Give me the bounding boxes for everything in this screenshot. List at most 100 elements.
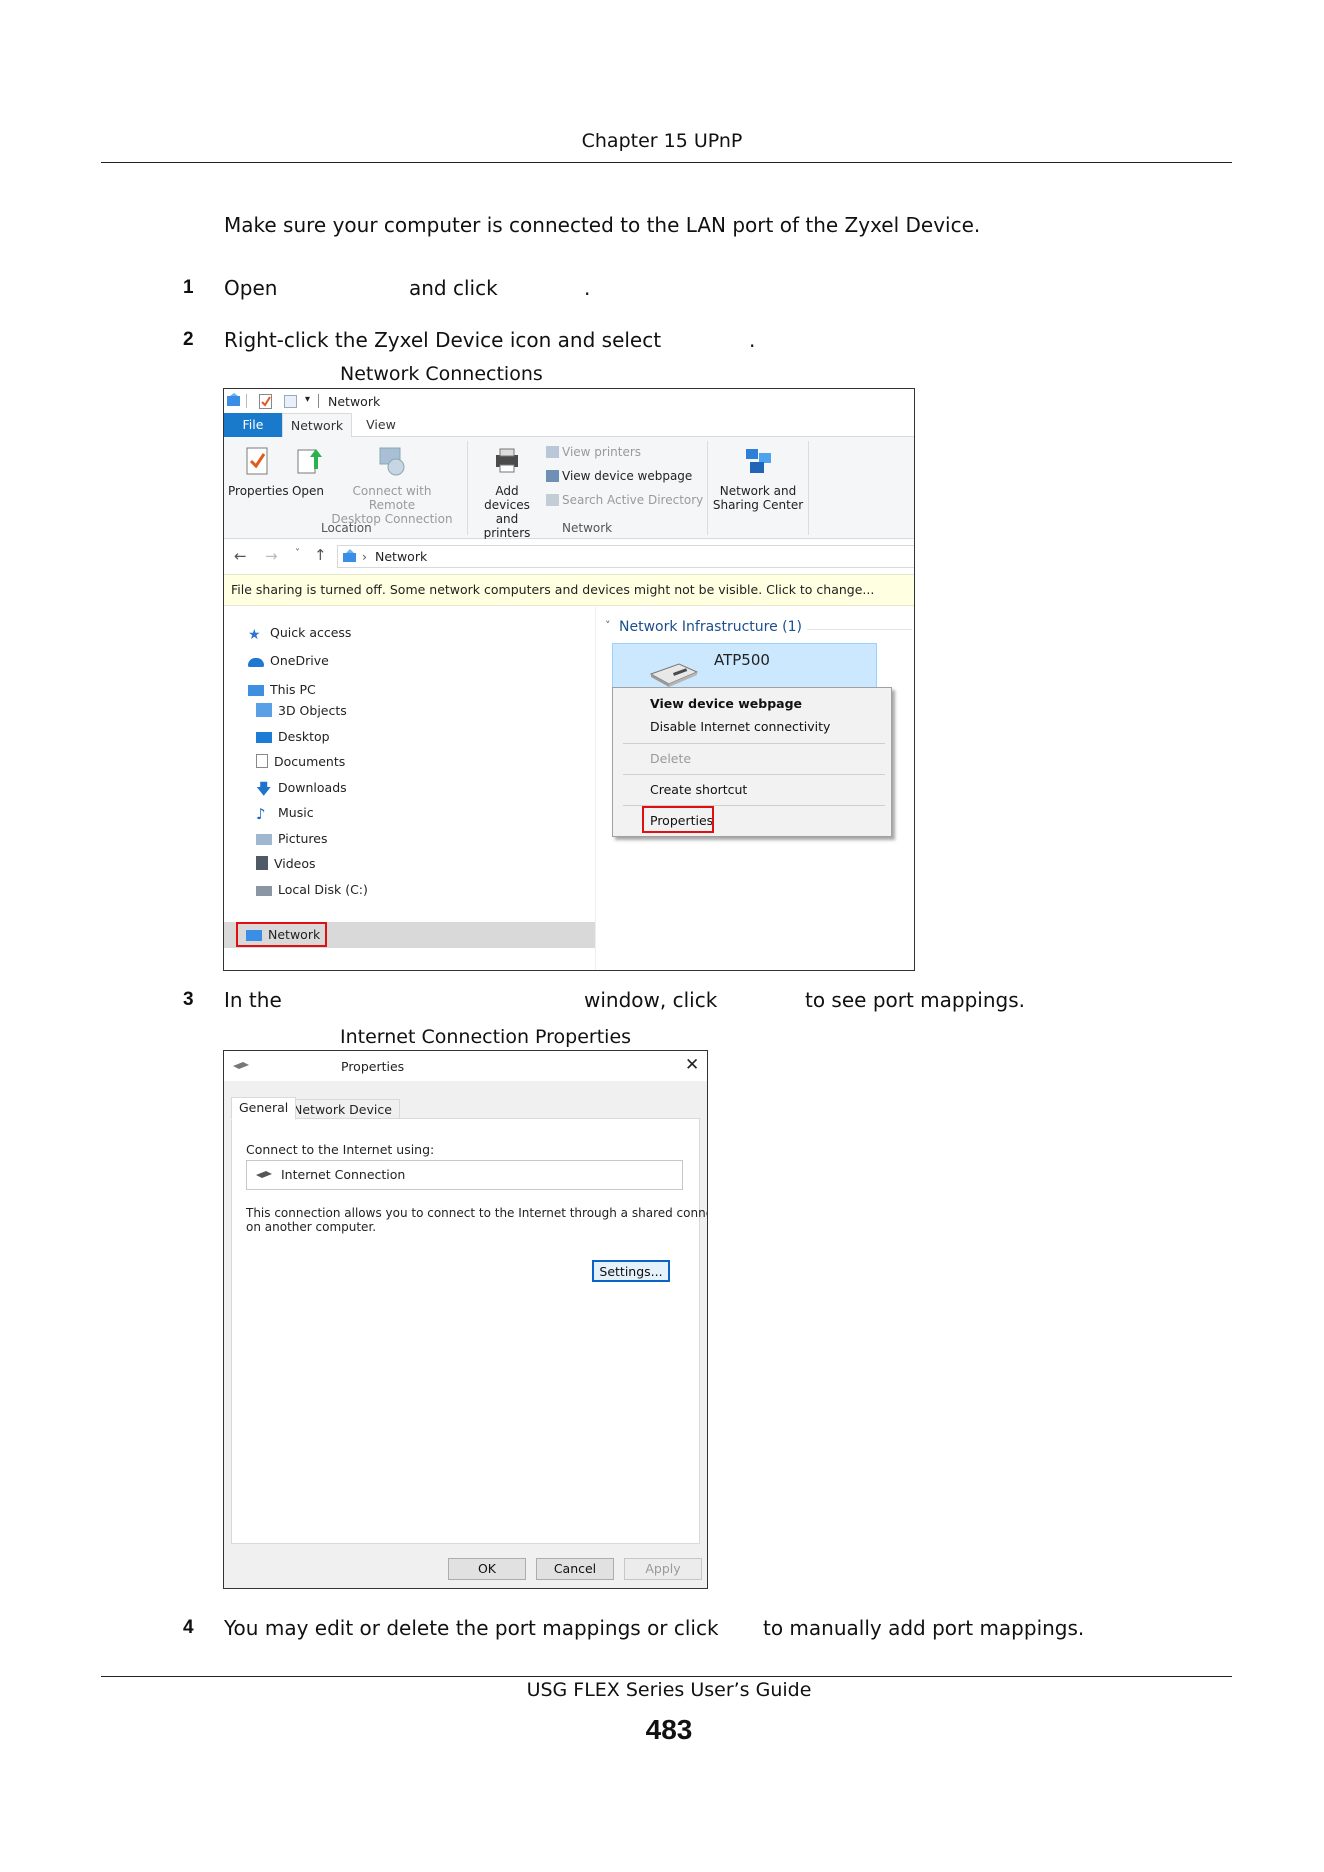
tab-general[interactable]: General — [231, 1097, 297, 1120]
back-arrow-icon[interactable]: ← — [234, 547, 247, 565]
nav-documents-label: Documents — [274, 754, 346, 769]
nav-music[interactable]: ♪ Music — [256, 805, 314, 822]
view-printers-icon — [546, 446, 559, 458]
step-1-text-c: . — [584, 276, 591, 300]
view-printers-button[interactable]: View printers — [546, 445, 641, 459]
file-sharing-info-bar[interactable]: File sharing is turned off. Some network… — [224, 574, 914, 606]
properties-button[interactable]: Properties — [228, 445, 289, 498]
remote-desktop-icon — [379, 447, 405, 476]
menu-disable-internet[interactable]: Disable Internet connectivity — [650, 719, 830, 734]
step-1-text-b: and click — [409, 276, 498, 300]
close-icon[interactable]: ✕ — [685, 1055, 699, 1075]
apply-button[interactable]: Apply — [624, 1558, 702, 1580]
nav-onedrive[interactable]: OneDrive — [248, 653, 329, 668]
nav-desktop[interactable]: Desktop — [256, 729, 330, 744]
group-collapse-icon[interactable]: ˅ — [605, 619, 611, 632]
printer-icon — [496, 448, 518, 473]
download-icon: 🡇 — [256, 780, 272, 798]
network-group-label: Network — [562, 521, 613, 535]
device-context-menu: View device webpage Disable Internet con… — [612, 687, 892, 837]
address-bar: ← → ˅ ↑ › Network — [224, 539, 914, 573]
step-2-text-a: Right-click the Zyxel Device icon and se… — [224, 328, 662, 352]
menu-view-device-webpage[interactable]: View device webpage — [650, 696, 802, 711]
step-4-number: 4 — [183, 1617, 194, 1638]
intro-text: Make sure your computer is connected to … — [224, 213, 981, 237]
ribbon-separator-3 — [808, 441, 809, 535]
search-active-directory-button[interactable]: Search Active Directory — [546, 493, 703, 507]
up-arrow-icon[interactable]: ↑ — [314, 546, 327, 564]
window-title: Network — [328, 394, 381, 409]
menu-separator-2 — [623, 774, 885, 775]
ok-button[interactable]: OK — [448, 1558, 526, 1580]
settings-button[interactable]: Settings... — [592, 1260, 670, 1282]
remote-desktop-label-1: Connect with Remote — [352, 484, 432, 512]
cancel-button[interactable]: Cancel — [536, 1558, 614, 1580]
step-1-text-a: Open — [224, 276, 278, 300]
network-highlight-box — [236, 922, 327, 947]
step-4-text-a: You may edit or delete the port mappings… — [224, 1616, 719, 1640]
add-devices-label-2: and printers — [483, 512, 531, 540]
step-4-text-b: to manually add port mappings. — [763, 1616, 1085, 1640]
computer-icon — [248, 685, 264, 696]
pictures-icon — [256, 834, 272, 845]
properties-label: Properties — [228, 484, 289, 498]
recent-dropdown-icon[interactable]: ˅ — [295, 548, 300, 559]
guide-title: USG FLEX Series User’s Guide — [526, 1679, 812, 1701]
cloud-icon — [248, 658, 264, 667]
connection-name: Internet Connection — [281, 1167, 406, 1182]
menu-separator-1 — [623, 743, 885, 744]
step-3-text-b: window, click — [584, 988, 718, 1012]
figure-1-caption: Network Connections — [340, 363, 543, 385]
properties-icon — [246, 447, 268, 475]
figure-2-caption: Internet Connection Properties — [340, 1026, 632, 1048]
disk-icon — [256, 886, 272, 896]
tab-file[interactable]: File — [224, 413, 282, 437]
nav-desktop-label: Desktop — [278, 729, 330, 744]
nav-this-pc[interactable]: This PC — [248, 682, 316, 697]
open-icon — [297, 449, 322, 474]
view-device-webpage-label: View device webpage — [562, 469, 693, 483]
nsc-label-1: Network and — [719, 484, 797, 498]
nav-quick-access-label: Quick access — [270, 625, 352, 640]
view-device-webpage-button[interactable]: View device webpage — [546, 469, 692, 483]
step-3-number: 3 — [183, 989, 194, 1010]
webpage-icon — [546, 470, 559, 482]
new-folder-icon[interactable] — [284, 395, 298, 408]
nav-pictures[interactable]: Pictures — [256, 831, 328, 846]
add-devices-button[interactable]: Add devices and printers — [471, 445, 543, 540]
router-icon — [649, 663, 699, 687]
menu-create-shortcut[interactable]: Create shortcut — [650, 782, 747, 797]
menu-delete[interactable]: Delete — [650, 751, 691, 766]
document-icon — [256, 754, 268, 768]
network-infrastructure-group[interactable]: Network Infrastructure (1) — [619, 619, 802, 635]
nav-onedrive-label: OneDrive — [270, 653, 329, 668]
general-tab-panel: Connect to the Internet using: Internet … — [231, 1118, 707, 1544]
properties-check-icon[interactable] — [259, 394, 273, 409]
nav-videos-label: Videos — [274, 856, 316, 871]
qat-dropdown-icon[interactable]: ▾ — [305, 394, 310, 405]
tab-view[interactable]: View — [356, 413, 406, 437]
nav-documents[interactable]: Documents — [256, 754, 345, 769]
address-field[interactable]: › Network — [337, 545, 914, 568]
nav-downloads[interactable]: 🡇 Downloads — [256, 780, 347, 798]
remote-desktop-button[interactable]: Connect with Remote Desktop Connection — [328, 445, 456, 526]
network-sharing-center-button[interactable]: Network and Sharing Center — [712, 445, 804, 512]
location-group-label: Location — [321, 521, 372, 535]
forward-arrow-icon[interactable]: → — [265, 547, 278, 565]
open-button[interactable]: Open — [290, 445, 326, 498]
chapter-header: Chapter 15 UPnP — [581, 130, 743, 152]
device-name: ATP500 — [714, 651, 770, 669]
nsc-label-2: Sharing Center — [712, 498, 804, 512]
properties-highlight-box — [642, 806, 714, 833]
nav-videos[interactable]: Videos — [256, 856, 316, 871]
address-text: Network — [375, 549, 428, 564]
ribbon: Properties Open Connect with Remote Desk… — [224, 437, 914, 540]
nav-local-disk[interactable]: Local Disk (C:) — [256, 882, 368, 897]
nav-3d-objects[interactable]: 3D Objects — [256, 703, 347, 718]
network-folder-icon — [227, 393, 240, 406]
nav-this-pc-label: This PC — [270, 682, 316, 697]
dialog-title: Properties — [341, 1059, 405, 1074]
nav-quick-access[interactable]: ★ Quick access — [248, 625, 351, 642]
tab-network[interactable]: Network — [282, 413, 352, 438]
ribbon-separator-2 — [707, 441, 708, 535]
